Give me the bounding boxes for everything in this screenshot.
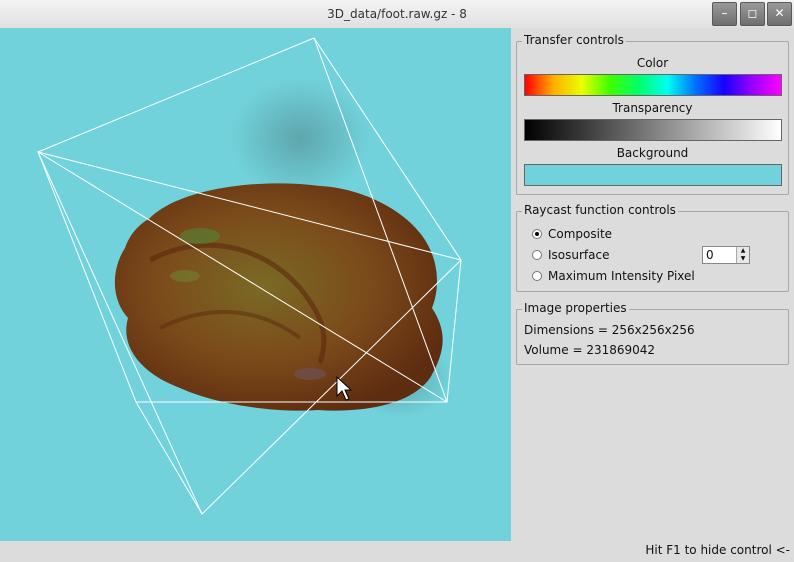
spin-up-icon[interactable]: ▲ xyxy=(737,247,749,255)
status-hint: Hit F1 to hide control <- xyxy=(645,543,790,557)
minimize-button[interactable]: – xyxy=(712,2,737,26)
isovalue-spinbox[interactable]: 0 ▲ ▼ xyxy=(702,246,750,264)
raycast-controls-title: Raycast function controls xyxy=(522,203,678,217)
maximize-button[interactable]: ◻ xyxy=(740,2,765,26)
spinbox-arrows[interactable]: ▲ ▼ xyxy=(736,247,749,263)
background-label: Background xyxy=(616,146,689,160)
raycast-controls-group: Raycast function controls Composite Isos… xyxy=(516,203,789,292)
volume-haze xyxy=(230,78,370,198)
window-titlebar: 3D_data/foot.raw.gz - 8 – ◻ ✕ xyxy=(0,0,794,29)
radio-unselected-icon[interactable] xyxy=(532,250,542,260)
isovalue-input[interactable]: 0 xyxy=(706,248,714,262)
tissue-highlight xyxy=(294,368,326,380)
transfer-controls-title: Transfer controls xyxy=(522,33,626,47)
volume-text: Volume = 231869042 xyxy=(524,343,656,357)
spin-down-icon[interactable]: ▼ xyxy=(737,255,749,263)
window-title: 3D_data/foot.raw.gz - 8 xyxy=(327,7,467,21)
radio-isosurface-label: Isosurface xyxy=(548,248,610,262)
tissue-highlight xyxy=(170,270,200,282)
radio-unselected-icon[interactable] xyxy=(532,271,542,281)
radio-composite[interactable]: Composite xyxy=(532,225,612,243)
control-panel: Transfer controls Color Transparency Bac… xyxy=(511,28,794,541)
radio-mip-label: Maximum Intensity Pixel xyxy=(548,269,695,283)
transfer-controls-group: Transfer controls Color Transparency Bac… xyxy=(516,33,789,195)
volume-render-canvas xyxy=(37,37,462,515)
close-button[interactable]: ✕ xyxy=(767,2,792,26)
radio-composite-label: Composite xyxy=(548,227,613,241)
tissue-highlight xyxy=(180,228,220,244)
color-transfer-bar[interactable] xyxy=(524,74,782,96)
radio-maximum-intensity[interactable]: Maximum Intensity Pixel xyxy=(532,267,695,285)
color-label: Color xyxy=(636,56,669,70)
transparency-label: Transparency xyxy=(612,101,693,115)
dimensions-text: Dimensions = 256x256x256 xyxy=(524,323,695,337)
image-properties-group: Image properties Dimensions = 256x256x25… xyxy=(516,301,789,365)
radio-selected-icon[interactable] xyxy=(532,229,542,239)
radio-isosurface[interactable]: Isosurface xyxy=(532,246,609,264)
status-bar: Hit F1 to hide control <- xyxy=(0,541,794,562)
volume-render-viewport[interactable] xyxy=(0,28,511,541)
image-properties-title: Image properties xyxy=(522,301,629,315)
transparency-transfer-bar[interactable] xyxy=(524,119,782,141)
foot-volume xyxy=(114,183,443,411)
background-color-swatch[interactable] xyxy=(524,164,782,186)
